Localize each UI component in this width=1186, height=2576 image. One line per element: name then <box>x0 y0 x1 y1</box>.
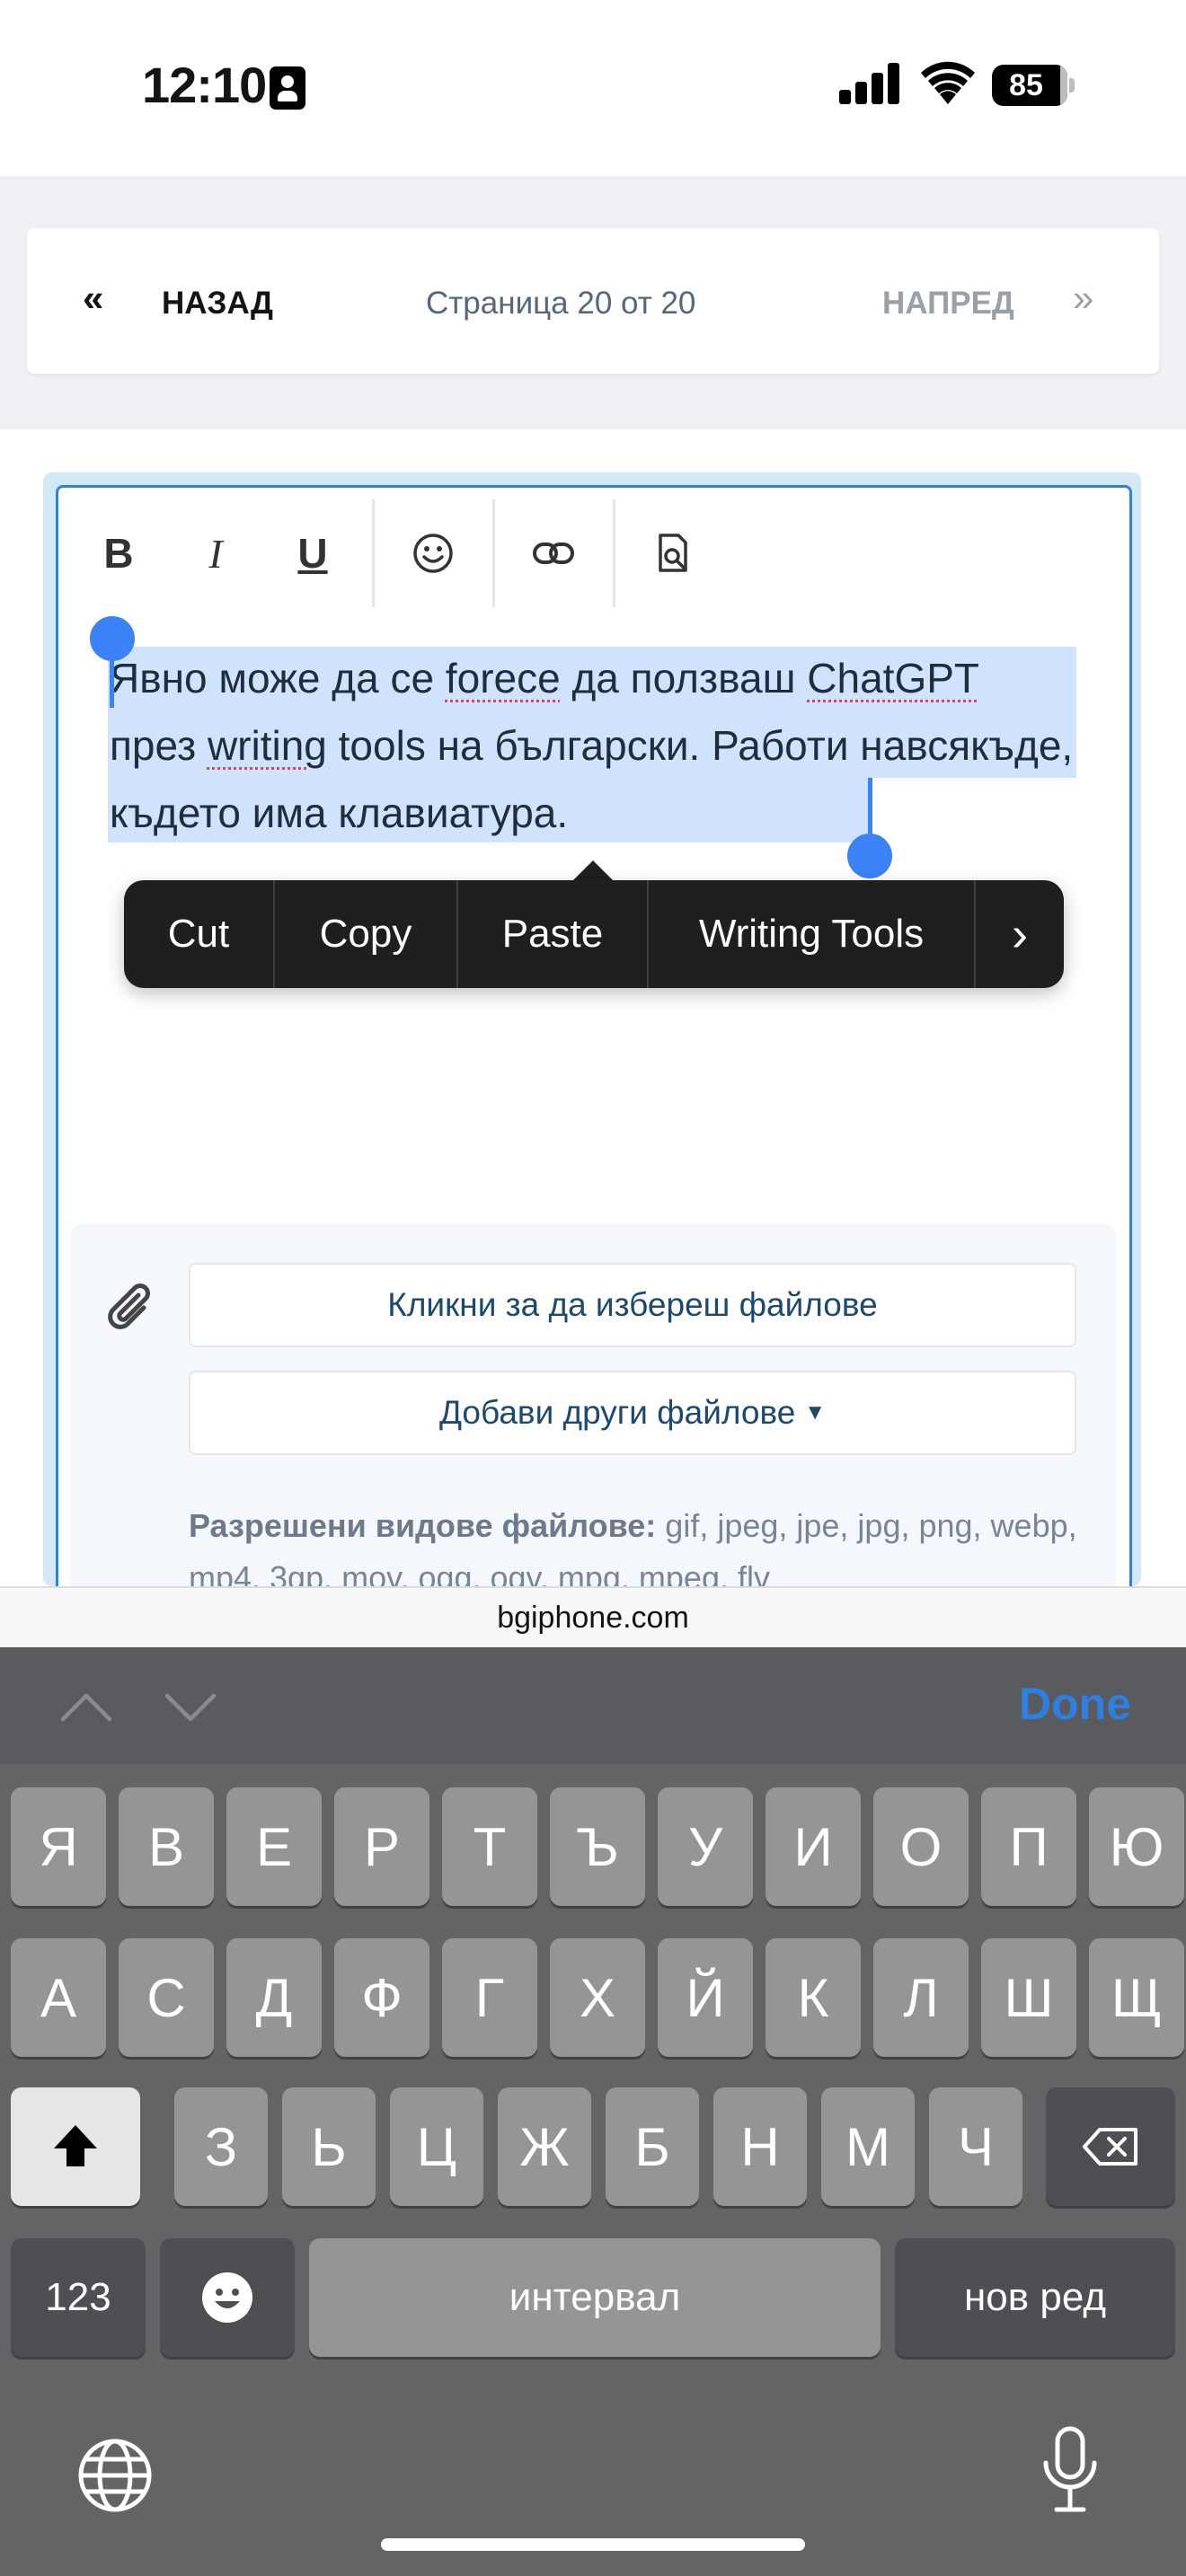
misspelled-word[interactable]: writing <box>208 722 327 769</box>
cellular-signal-icon <box>839 63 900 104</box>
emoji-button[interactable] <box>388 499 478 607</box>
status-time: 12:10 <box>142 57 267 113</box>
letter-key[interactable]: Ч <box>929 2087 1022 2206</box>
letter-key[interactable]: Ж <box>498 2087 591 2206</box>
paste-menu-item[interactable]: Paste <box>458 880 649 988</box>
smiley-icon <box>413 534 453 573</box>
letter-key[interactable]: В <box>119 1787 214 1906</box>
bold-button[interactable]: B <box>74 499 164 607</box>
selection-start-grip[interactable] <box>90 616 135 661</box>
selection-end-handle[interactable] <box>868 778 872 841</box>
cut-menu-item[interactable]: Cut <box>124 880 275 988</box>
delete-key[interactable] <box>1046 2087 1175 2206</box>
paperclip-icon <box>108 1284 150 1329</box>
preview-button[interactable] <box>629 499 719 607</box>
prev-chevron-icon[interactable]: « <box>83 277 103 320</box>
letter-key[interactable]: Д <box>226 1938 322 2057</box>
letter-key[interactable]: С <box>119 1938 214 2057</box>
letter-key[interactable]: К <box>766 1938 861 2057</box>
letter-key[interactable]: Н <box>713 2087 807 2206</box>
next-field-chevron-down-icon[interactable] <box>164 1680 217 1734</box>
italic-button[interactable]: I <box>171 499 261 607</box>
previous-field-chevron-up-icon[interactable] <box>59 1680 113 1734</box>
letter-key[interactable]: А <box>11 1938 106 2057</box>
selection-end-grip[interactable] <box>847 834 892 878</box>
battery-icon: 85 <box>992 65 1075 106</box>
letter-key[interactable]: Ц <box>390 2087 483 2206</box>
editor-body-text[interactable]: Явно може да се forece да ползваш ChatGP… <box>110 645 1098 847</box>
home-indicator <box>381 2538 805 2551</box>
battery-level: 85 <box>1009 68 1043 102</box>
numbers-key[interactable]: 123 <box>11 2238 146 2357</box>
letter-key[interactable]: М <box>821 2087 915 2206</box>
preview-document-icon <box>659 534 687 572</box>
insert-link-button[interactable] <box>509 499 598 607</box>
browser-url-bar[interactable]: bgiphone.com <box>0 1586 1186 1647</box>
letter-key[interactable]: Т <box>442 1787 537 1906</box>
letter-key[interactable]: Г <box>442 1938 537 2057</box>
prev-page-button[interactable]: НАЗАД <box>162 286 273 322</box>
caret-down-icon: ▼ <box>804 1400 827 1425</box>
letter-key[interactable]: Й <box>658 1938 753 2057</box>
edit-context-menu: Cut Copy Paste Writing Tools › <box>124 880 1064 988</box>
misspelled-word[interactable]: forece <box>446 655 561 701</box>
space-key[interactable]: интервал <box>309 2238 881 2357</box>
wifi-icon <box>921 61 975 104</box>
letter-key[interactable]: Ш <box>981 1938 1076 2057</box>
contact-card-icon <box>270 66 305 110</box>
letter-key[interactable]: Ю <box>1089 1787 1184 1906</box>
toolbar-divider <box>372 499 375 607</box>
globe-icon[interactable] <box>75 2436 155 2515</box>
add-more-files-button[interactable]: Добави други файлове ▼ <box>189 1371 1076 1455</box>
letter-key[interactable]: Р <box>334 1787 429 1906</box>
emoji-key[interactable] <box>160 2238 295 2357</box>
letter-key[interactable]: Щ <box>1089 1938 1184 2057</box>
toolbar-divider <box>492 499 495 607</box>
more-menu-chevron-icon[interactable]: › <box>976 880 1064 988</box>
letter-key[interactable]: Е <box>226 1787 322 1906</box>
letter-key[interactable]: Л <box>873 1938 969 2057</box>
microphone-icon[interactable] <box>1039 2425 1102 2515</box>
letter-key[interactable]: П <box>981 1787 1076 1906</box>
letter-key[interactable]: И <box>766 1787 861 1906</box>
toolbar-divider <box>613 499 615 607</box>
link-icon <box>533 543 574 564</box>
shift-key[interactable] <box>11 2087 140 2206</box>
letter-key[interactable]: У <box>658 1787 753 1906</box>
done-button[interactable]: Done <box>1019 1678 1131 1730</box>
letter-key[interactable]: Б <box>606 2087 699 2206</box>
choose-files-button[interactable]: Кликни за да избереш файлове <box>189 1263 1076 1347</box>
misspelled-word[interactable]: ChatGPT <box>807 655 979 701</box>
letter-key[interactable]: Я <box>11 1787 106 1906</box>
next-chevron-icon: » <box>1073 277 1094 319</box>
backspace-icon <box>1083 2128 1137 2166</box>
next-page-button: НАПРЕД <box>882 286 1014 321</box>
letter-key[interactable]: О <box>873 1787 969 1906</box>
copy-menu-item[interactable]: Copy <box>275 880 458 988</box>
page-indicator[interactable]: Страница 20 от 20 <box>426 286 695 322</box>
writing-tools-menu-item[interactable]: Writing Tools <box>649 880 976 988</box>
letter-key[interactable]: Ъ <box>550 1787 645 1906</box>
underline-button[interactable]: U <box>268 499 358 607</box>
shift-arrow-icon <box>54 2125 97 2166</box>
letter-key[interactable]: Ь <box>282 2087 376 2206</box>
context-menu-pointer <box>573 860 613 880</box>
return-key[interactable]: нов ред <box>895 2238 1175 2357</box>
emoji-face-icon <box>202 2272 252 2323</box>
letter-key[interactable]: З <box>174 2087 268 2206</box>
letter-key[interactable]: Х <box>550 1938 645 2057</box>
letter-key[interactable]: Ф <box>334 1938 429 2057</box>
